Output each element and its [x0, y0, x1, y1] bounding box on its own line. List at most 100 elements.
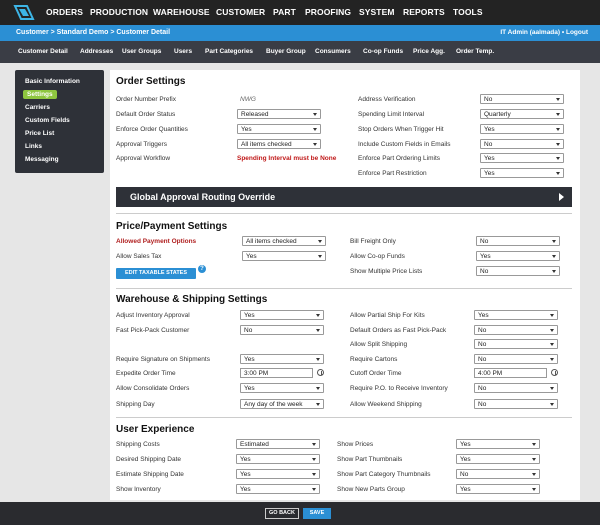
allow-partial-ship-label: Allow Partial Ship For Kits	[350, 312, 425, 319]
tab-users[interactable]: Users	[174, 48, 192, 55]
tab-co-op-funds[interactable]: Co-op Funds	[363, 48, 403, 55]
adjust-inventory-approval-select[interactable]: Yes	[240, 310, 324, 320]
estimate-shipping-date-select[interactable]: Yes	[236, 469, 320, 479]
address-verification-label: Address Verification	[358, 96, 416, 103]
sidebar-item-price-list[interactable]: Price List	[25, 130, 54, 137]
expedite-order-time-label: Expedite Order Time	[116, 370, 176, 377]
top-nav: ORDERS PRODUCTION WAREHOUSE CUSTOMER PAR…	[0, 0, 600, 25]
tab-consumers[interactable]: Consumers	[315, 48, 351, 55]
allow-weekend-shipping-label: Allow Weekend Shipping	[350, 401, 422, 408]
chevron-down-icon	[550, 403, 554, 406]
nav-customer[interactable]: CUSTOMER	[216, 7, 265, 17]
tab-addresses[interactable]: Addresses	[80, 48, 113, 55]
show-multiple-price-lists-select[interactable]: No	[476, 266, 560, 276]
require-po-label: Require P.O. to Receive Inventory	[350, 385, 448, 392]
require-signature-label: Require Signature on Shipments	[116, 356, 210, 363]
require-cartons-select[interactable]: No	[474, 354, 558, 364]
chevron-down-icon	[316, 329, 320, 332]
desired-shipping-date-select[interactable]: Yes	[236, 454, 320, 464]
app-logo-icon[interactable]	[13, 3, 35, 22]
enforce-order-quantities-select[interactable]: Yes	[237, 124, 321, 134]
clock-icon[interactable]	[317, 369, 324, 376]
tab-order-temp[interactable]: Order Temp.	[456, 48, 494, 55]
edit-taxable-states-button[interactable]: EDIT TAXABLE STATES	[116, 268, 196, 279]
sidebar-item-custom-fields[interactable]: Custom Fields	[25, 117, 70, 124]
tab-part-categories[interactable]: Part Categories	[205, 48, 253, 55]
nav-system[interactable]: SYSTEM	[359, 7, 395, 17]
show-inventory-label: Show Inventory	[116, 486, 161, 493]
sidebar-item-carriers[interactable]: Carriers	[25, 104, 50, 111]
nav-production[interactable]: PRODUCTION	[90, 7, 148, 17]
nav-orders[interactable]: ORDERS	[46, 7, 83, 17]
sidebar: Basic Information Settings Carriers Cust…	[15, 70, 104, 173]
expedite-order-time-input[interactable]: 3:00 PM	[240, 368, 313, 378]
chevron-down-icon	[532, 488, 536, 491]
chevron-down-icon	[552, 255, 556, 258]
footer-bar: GO BACK SAVE	[0, 502, 600, 525]
enforce-part-restriction-label: Enforce Part Restriction	[358, 170, 427, 177]
chevron-down-icon	[550, 343, 554, 346]
adjust-inventory-approval-label: Adjust Inventory Approval	[116, 312, 190, 319]
global-approval-routing-toggle[interactable]: Global Approval Routing Override	[116, 187, 572, 207]
chevron-down-icon	[552, 270, 556, 273]
logout-link[interactable]: Logout	[566, 29, 588, 36]
tab-user-groups[interactable]: User Groups	[122, 48, 161, 55]
show-new-parts-group-select[interactable]: Yes	[456, 484, 540, 494]
chevron-down-icon	[550, 358, 554, 361]
go-back-button[interactable]: GO BACK	[265, 508, 299, 519]
bill-freight-only-select[interactable]: No	[476, 236, 560, 246]
tab-buyer-group[interactable]: Buyer Group	[266, 48, 306, 55]
allow-sales-tax-select[interactable]: Yes	[242, 251, 326, 261]
sub-nav: Customer Detail Addresses User Groups Us…	[0, 41, 600, 63]
enforce-part-restriction-select[interactable]: Yes	[480, 168, 564, 178]
allow-partial-ship-select[interactable]: Yes	[474, 310, 558, 320]
sidebar-item-messaging[interactable]: Messaging	[25, 156, 59, 163]
chevron-down-icon	[318, 240, 322, 243]
shipping-costs-label: Shipping Costs	[116, 441, 160, 448]
default-order-status-select[interactable]: Released	[237, 109, 321, 119]
tab-customer-detail[interactable]: Customer Detail	[18, 48, 68, 55]
tab-price-agg[interactable]: Price Agg.	[413, 48, 445, 55]
cutoff-order-time-input[interactable]: 4:00 PM	[474, 368, 547, 378]
show-prices-select[interactable]: Yes	[456, 439, 540, 449]
chevron-down-icon	[550, 387, 554, 390]
save-button[interactable]: SAVE	[303, 508, 331, 519]
address-verification-select[interactable]: No	[480, 94, 564, 104]
nav-reports[interactable]: REPORTS	[403, 7, 445, 17]
show-inventory-select[interactable]: Yes	[236, 484, 320, 494]
allow-weekend-shipping-select[interactable]: No	[474, 399, 558, 409]
chevron-down-icon	[532, 458, 536, 461]
breadcrumb[interactable]: Customer > Standard Demo > Customer Deta…	[16, 29, 170, 36]
require-signature-select[interactable]: Yes	[240, 354, 324, 364]
sidebar-item-settings[interactable]: Settings	[23, 90, 57, 99]
allow-split-shipping-select[interactable]: No	[474, 339, 558, 349]
fast-pick-pack-customer-select[interactable]: No	[240, 325, 324, 335]
shipping-costs-select[interactable]: Estimated	[236, 439, 320, 449]
show-part-category-thumbnails-select[interactable]: No	[456, 469, 540, 479]
nav-warehouse[interactable]: WAREHOUSE	[153, 7, 210, 17]
spending-limit-interval-select[interactable]: Quarterly	[480, 109, 564, 119]
default-fast-pick-pack-select[interactable]: No	[474, 325, 558, 335]
allow-coop-funds-select[interactable]: Yes	[476, 251, 560, 261]
spending-limit-interval-label: Spending Limit Interval	[358, 111, 425, 118]
sidebar-item-links[interactable]: Links	[25, 143, 42, 150]
allow-coop-funds-label: Allow Co-op Funds	[350, 253, 405, 260]
enforce-part-ordering-limits-select[interactable]: Yes	[480, 153, 564, 163]
approval-triggers-select[interactable]: All items checked	[237, 139, 321, 149]
separator: •	[561, 29, 565, 36]
shipping-day-select[interactable]: Any day of the week	[240, 399, 324, 409]
clock-icon[interactable]	[551, 369, 558, 376]
sidebar-item-basic-information[interactable]: Basic Information	[25, 78, 80, 85]
approval-triggers-label: Approval Triggers	[116, 141, 167, 148]
nav-tools[interactable]: TOOLS	[453, 7, 483, 17]
allowed-payment-options-select[interactable]: All items checked	[242, 236, 326, 246]
include-custom-fields-select[interactable]: No	[480, 139, 564, 149]
show-part-thumbnails-select[interactable]: Yes	[456, 454, 540, 464]
require-po-select[interactable]: No	[474, 383, 558, 393]
allow-consolidate-orders-select[interactable]: Yes	[240, 383, 324, 393]
help-icon[interactable]: ?	[198, 265, 206, 273]
stop-orders-select[interactable]: Yes	[480, 124, 564, 134]
nav-part[interactable]: PART	[273, 7, 296, 17]
default-fast-pick-pack-label: Default Orders as Fast Pick-Pack	[350, 327, 447, 334]
nav-proofing[interactable]: PROOFING	[305, 7, 351, 17]
